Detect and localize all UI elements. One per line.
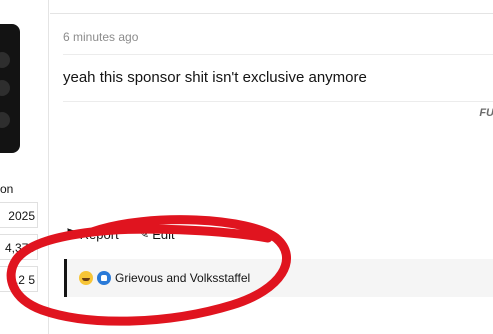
signature-fragment: FU <box>479 107 493 119</box>
edit-label: Edit <box>152 226 175 242</box>
reaction-users[interactable]: Grievous and Volksstaffel <box>115 271 250 285</box>
report-label: Report <box>79 226 119 242</box>
stat-reactions: 3,2 5 <box>0 266 38 292</box>
divider <box>63 54 493 55</box>
like-reaction-icon <box>97 271 111 285</box>
flag-icon: ⚑ <box>65 226 77 241</box>
report-button[interactable]: ⚑ Report <box>65 226 119 242</box>
edit-button[interactable]: ✎ Edit <box>138 226 174 242</box>
post-timestamp[interactable]: 6 minutes ago <box>63 30 138 44</box>
reactions-bar[interactable]: Grievous and Volksstaffel <box>64 259 493 297</box>
stat-messages: 4,370 <box>0 234 38 260</box>
post-actions: ⚑ Report ✎ Edit <box>65 226 191 242</box>
pencil-icon: ✎ <box>138 226 150 241</box>
avatar[interactable] <box>0 24 20 153</box>
post-body: yeah this sponsor shit isn't exclusive a… <box>63 69 367 86</box>
member-role-fragment: on <box>0 182 14 196</box>
laugh-reaction-icon <box>79 271 93 285</box>
user-info-column: on 2025 4,370 3,2 5 <box>0 0 49 334</box>
message-block: 6 minutes ago yeah this sponsor shit isn… <box>50 13 493 314</box>
divider <box>63 101 493 102</box>
stat-joined: 2025 <box>0 202 38 228</box>
